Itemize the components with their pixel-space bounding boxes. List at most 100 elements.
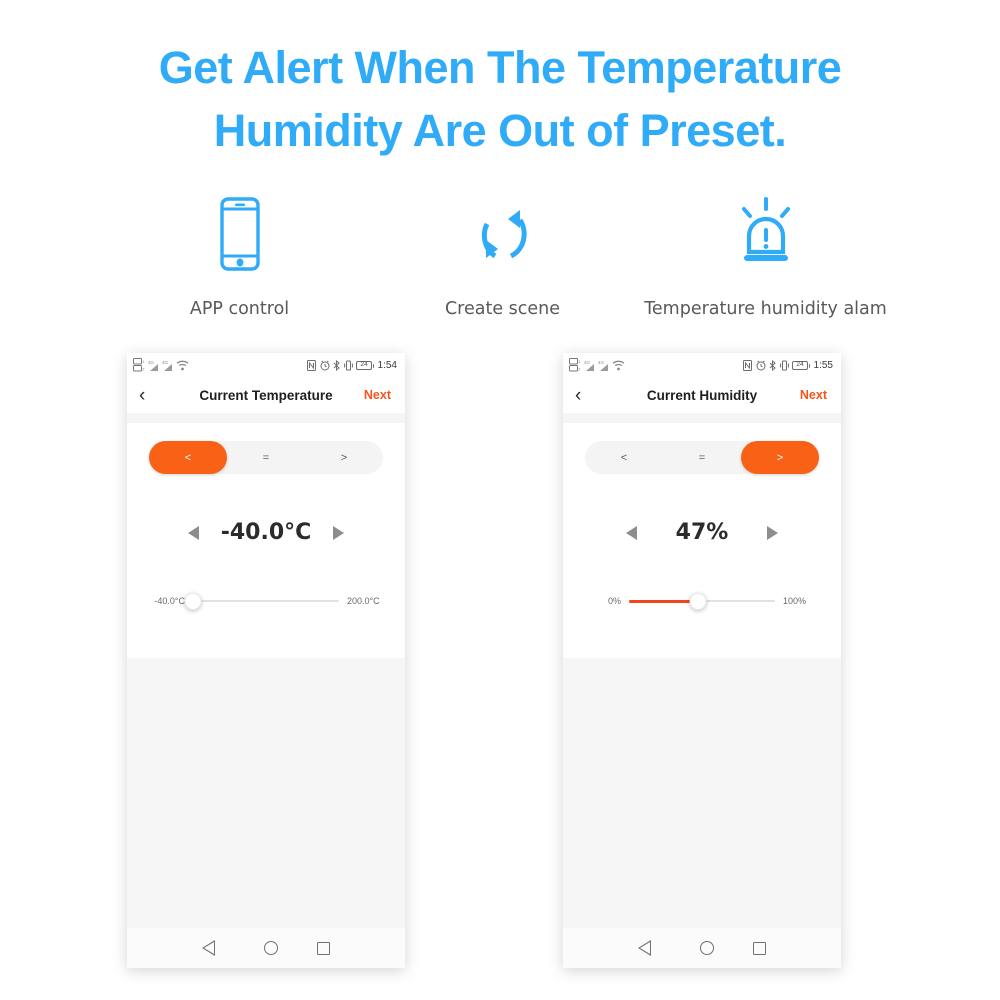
- status-bar-right-icons: 24 1:55: [743, 359, 833, 371]
- decrement-arrow-icon[interactable]: [187, 525, 199, 540]
- segment-equal[interactable]: =: [663, 441, 741, 474]
- segment-greater-than[interactable]: >: [305, 441, 383, 474]
- signal-bars-icon: 4G: [148, 360, 158, 371]
- value-slider-row: -40.0°C 200.0°C: [127, 591, 405, 611]
- svg-text:1: 1: [142, 359, 145, 364]
- control-card: < = > -40.0°C -40.0°C 200.0°C: [127, 423, 405, 658]
- nav-back-icon[interactable]: [202, 940, 225, 956]
- headline-line-2: Humidity Are Out of Preset.: [213, 105, 787, 156]
- value-slider[interactable]: [184, 591, 339, 611]
- slider-thumb[interactable]: [184, 592, 202, 610]
- vibrate-icon: [779, 360, 789, 370]
- status-bar-clock: 1:55: [813, 359, 833, 371]
- phone-app-icon: [216, 196, 264, 272]
- slider-thumb[interactable]: [689, 592, 707, 610]
- value-stepper: 47%: [563, 520, 841, 545]
- alarm-clock-icon: [756, 360, 766, 370]
- alarm-clock-icon: [320, 360, 330, 370]
- battery-icon: 24: [792, 360, 811, 370]
- promo-page: Get Alert When The Temperature Humidity …: [0, 0, 1000, 1000]
- comparison-segmented-control: < = >: [149, 441, 383, 474]
- nfc-icon: [743, 359, 753, 371]
- svg-text:2: 2: [142, 367, 145, 372]
- svg-text:4G: 4G: [598, 360, 605, 365]
- slider-max-label: 100%: [783, 596, 807, 606]
- svg-text:1: 1: [578, 359, 581, 364]
- segment-less-than[interactable]: <: [149, 441, 227, 474]
- bluetooth-icon: [769, 359, 776, 371]
- segment-equal[interactable]: =: [227, 441, 305, 474]
- battery-level: 24: [796, 360, 804, 368]
- headline-line-1: Get Alert When The Temperature: [158, 42, 842, 93]
- nfc-icon: [307, 359, 317, 371]
- alarm-siren-icon: [731, 196, 801, 272]
- feature-create-scene: Create scene: [371, 196, 634, 319]
- sim-card-icon: 1 2: [569, 358, 581, 372]
- nav-back-icon[interactable]: [638, 940, 661, 956]
- next-button[interactable]: Next: [800, 388, 827, 402]
- sim-card-icon: 1 2: [133, 358, 145, 372]
- feature-label: APP control: [189, 299, 290, 319]
- nav-recents-icon[interactable]: [316, 941, 330, 955]
- status-bar-left-icons: 1 2 4G 4G: [569, 358, 625, 372]
- empty-content-area: [127, 658, 405, 928]
- svg-text:4G: 4G: [148, 360, 155, 365]
- segment-greater-than[interactable]: >: [741, 441, 819, 474]
- current-value: 47%: [675, 520, 729, 545]
- signal-bars-icon: 4G: [584, 360, 594, 371]
- nav-home-icon[interactable]: [699, 941, 714, 955]
- value-slider[interactable]: [629, 591, 775, 611]
- slider-max-label: 200.0°C: [347, 596, 380, 606]
- sync-refresh-icon: [467, 196, 539, 272]
- slider-min-label: 0%: [607, 596, 621, 606]
- status-bar-clock: 1:54: [377, 359, 397, 371]
- header-divider: [127, 413, 405, 423]
- phone-mockup-temperature: 1 2 4G 4G 24 1:54 ‹ Current Temperature …: [127, 353, 405, 968]
- app-header: ‹ Current Temperature Next: [127, 377, 405, 413]
- comparison-segmented-control: < = >: [585, 441, 819, 474]
- vibrate-icon: [343, 360, 353, 370]
- wifi-icon: [176, 360, 189, 370]
- feature-label: Create scene: [444, 299, 561, 319]
- battery-level: 24: [360, 360, 368, 368]
- status-bar-left-icons: 1 2 4G 4G: [133, 358, 189, 372]
- decrement-arrow-icon[interactable]: [626, 525, 637, 540]
- svg-text:2: 2: [578, 367, 581, 372]
- bluetooth-icon: [333, 359, 340, 371]
- slider-min-label: -40.0°C: [154, 596, 185, 606]
- signal-bars-icon: 4G: [162, 360, 172, 371]
- current-value: -40.0°C: [220, 520, 312, 545]
- wifi-icon: [612, 360, 625, 370]
- nav-home-icon[interactable]: [263, 941, 278, 955]
- status-bar: 1 2 4G 4G: [127, 353, 405, 377]
- battery-icon: 24: [356, 360, 375, 370]
- status-bar-right-icons: 24 1:54: [307, 359, 397, 371]
- android-nav-bar: [127, 928, 405, 968]
- signal-bars-icon: 4G: [598, 360, 608, 371]
- slider-track: [193, 600, 339, 602]
- svg-text:4G: 4G: [162, 360, 169, 365]
- feature-alarm: Temperature humidity alam: [634, 196, 897, 319]
- svg-text:4G: 4G: [584, 360, 591, 365]
- value-stepper: -40.0°C: [127, 520, 405, 545]
- feature-app-control: APP control: [108, 196, 371, 319]
- increment-arrow-icon[interactable]: [333, 525, 345, 540]
- back-button[interactable]: ‹: [575, 386, 597, 405]
- nav-recents-icon[interactable]: [752, 941, 766, 955]
- header-divider: [563, 413, 841, 423]
- feature-label: Temperature humidity alam: [644, 299, 887, 319]
- status-bar: 1 2 4G 4G: [563, 353, 841, 377]
- app-header: ‹ Current Humidity Next: [563, 377, 841, 413]
- android-nav-bar: [563, 928, 841, 968]
- slider-fill: [629, 599, 698, 603]
- segment-less-than[interactable]: <: [585, 441, 663, 474]
- phone-mockup-humidity: 1 2 4G 4G 24 1:55 ‹ Current Humidity Nex…: [563, 353, 841, 968]
- control-card: < = > 47% 0% 100%: [563, 423, 841, 658]
- back-button[interactable]: ‹: [139, 386, 161, 405]
- empty-content-area: [563, 658, 841, 928]
- increment-arrow-icon[interactable]: [767, 525, 778, 540]
- page-title: Get Alert When The Temperature Humidity …: [0, 36, 1000, 162]
- next-button[interactable]: Next: [364, 388, 391, 402]
- feature-row: APP control Create scene Temperature hum…: [108, 196, 898, 321]
- value-slider-row: 0% 100%: [563, 591, 841, 611]
